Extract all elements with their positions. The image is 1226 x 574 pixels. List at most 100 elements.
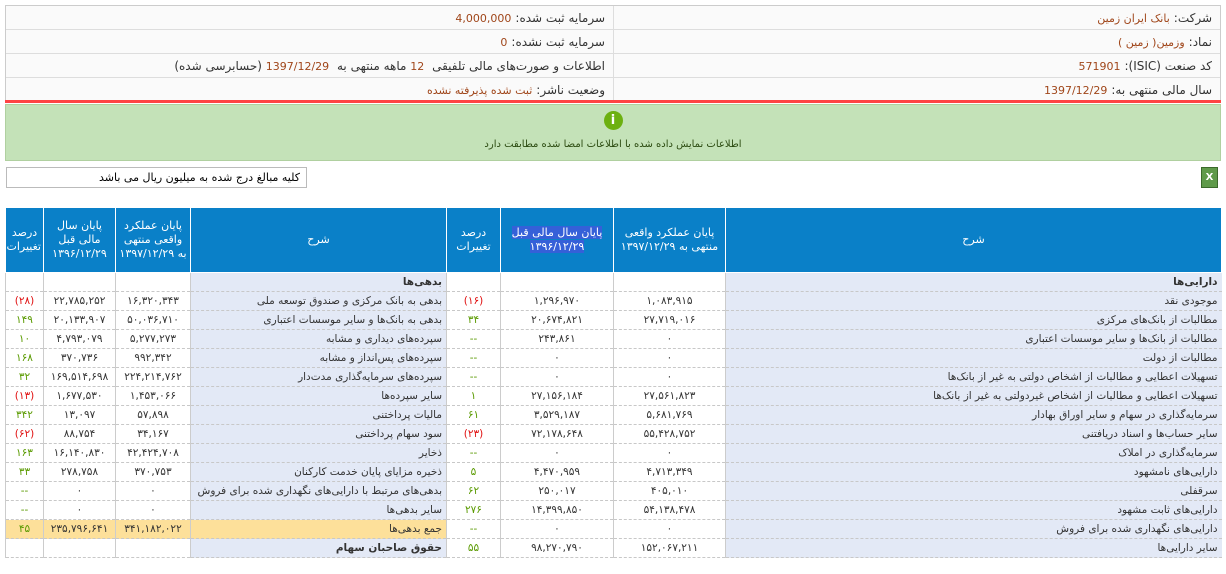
table-row: تسهیلات اعطایی و مطالبات از اشخاص دولتی …	[6, 368, 1222, 387]
publisher-status-value: ثبت شده پذیرفته نشده	[427, 84, 532, 97]
liability-prev-cell: ۱۳,۰۹۷	[44, 406, 116, 425]
asset-pct-cell: (۲۳)	[447, 425, 501, 444]
liability-desc-cell: بدهی به بانک مرکزی و صندوق توسعه ملی	[191, 292, 447, 311]
liability-desc-cell: جمع بدهی‌ها	[191, 520, 447, 539]
isic-value: 571901	[1078, 60, 1120, 73]
liability-prev-cell	[44, 539, 116, 558]
liability-cur-cell: ۵,۲۷۷,۲۷۳	[116, 330, 191, 349]
asset-prev-cell: ۱۴,۳۹۹,۸۵۰	[501, 501, 614, 520]
table-row: مطالبات از بانک‌های مرکزی۲۷,۷۱۹,۰۱۶۲۰,۶۷…	[6, 311, 1222, 330]
asset-pct-cell: --	[447, 368, 501, 387]
asset-cur-cell: ۴,۷۱۳,۳۴۹	[614, 463, 726, 482]
asset-cur-cell: ۰	[614, 520, 726, 539]
liability-prev-cell: ۳۷۰,۷۳۶	[44, 349, 116, 368]
liability-prev-cell: ۲۳۵,۷۹۶,۶۴۱	[44, 520, 116, 539]
liability-pct-cell: ۱۰	[6, 330, 44, 349]
liability-prev-cell: ۰	[44, 501, 116, 520]
asset-prev-cell: ۷۲,۱۷۸,۶۴۸	[501, 425, 614, 444]
asset-prev-cell: ۰	[501, 368, 614, 387]
asset-pct-cell	[447, 273, 501, 292]
assets-pct-header: درصد تغییرات	[447, 208, 501, 273]
liability-cur-cell: ۴۲,۴۲۴,۷۰۸	[116, 444, 191, 463]
registered-capital-value: 4,000,000	[455, 12, 511, 25]
liab-desc-header: شرح	[191, 208, 447, 273]
liability-desc-cell: بدهی‌های مرتبط با دارایی‌های نگهداری شده…	[191, 482, 447, 501]
asset-desc-cell: تسهیلات اعطایی و مطالبات از اشخاص غیردول…	[726, 387, 1222, 406]
asset-pct-cell: ۵	[447, 463, 501, 482]
liability-pct-cell: ۳۳	[6, 463, 44, 482]
liability-cur-cell	[116, 539, 191, 558]
asset-desc-cell: سرمایه‌گذاری در املاک	[726, 444, 1222, 463]
liability-desc-cell: سایر بدهی‌ها	[191, 501, 447, 520]
liability-cur-cell: ۱,۴۵۳,۰۶۶	[116, 387, 191, 406]
fiscal-year-value: 1397/12/29	[1044, 84, 1107, 97]
table-row: سرمایه‌گذاری در املاک۰۰--ذخایر۴۲,۴۲۴,۷۰۸…	[6, 444, 1222, 463]
asset-cur-cell: ۰	[614, 349, 726, 368]
asset-pct-cell: --	[447, 330, 501, 349]
excel-export-icon[interactable]: X	[1201, 167, 1218, 188]
asset-desc-cell: دارایی‌های نامشهود	[726, 463, 1222, 482]
liability-prev-cell: ۱,۶۷۷,۵۳۰	[44, 387, 116, 406]
asset-cur-cell: ۱,۰۸۳,۹۱۵	[614, 292, 726, 311]
asset-desc-cell: سایر دارایی‌ها	[726, 539, 1222, 558]
asset-pct-cell: ۳۴	[447, 311, 501, 330]
asset-prev-cell: ۰	[501, 520, 614, 539]
fiscal-year-field: سال مالی منتهی به:1397/12/29	[613, 78, 1220, 102]
liability-desc-cell: سپرده‌های سرمایه‌گذاری مدت‌دار	[191, 368, 447, 387]
liability-pct-cell: --	[6, 482, 44, 501]
asset-cur-cell: ۲۷,۷۱۹,۰۱۶	[614, 311, 726, 330]
liability-pct-cell: ۱۶۸	[6, 349, 44, 368]
liability-desc-cell: بدهی‌ها	[191, 273, 447, 292]
asset-desc-cell: سرمایه‌گذاری در سهام و سایر اوراق بهادار	[726, 406, 1222, 425]
liability-desc-cell: سایر سپرده‌ها	[191, 387, 447, 406]
asset-prev-cell: ۰	[501, 349, 614, 368]
liability-cur-cell: ۵۰,۰۳۶,۷۱۰	[116, 311, 191, 330]
liability-prev-cell: ۲۰,۱۳۳,۹۰۷	[44, 311, 116, 330]
liability-pct-cell: ۱۴۹	[6, 311, 44, 330]
liability-desc-cell: حقوق صاحبان سهام	[191, 539, 447, 558]
liability-cur-cell: ۰	[116, 482, 191, 501]
liability-prev-cell	[44, 273, 116, 292]
liability-pct-cell: ۳۲	[6, 368, 44, 387]
asset-desc-cell: موجودی نقد	[726, 292, 1222, 311]
divider	[5, 100, 1221, 103]
report-title: اطلاعات و صورت‌های مالی تلفیقی 12 ماهه م…	[6, 54, 613, 78]
asset-cur-cell: ۴۰۵,۰۱۰	[614, 482, 726, 501]
asset-prev-cell: ۲۵۰,۰۱۷	[501, 482, 614, 501]
asset-prev-cell: ۱,۲۹۶,۹۷۰	[501, 292, 614, 311]
table-row: مطالبات از بانک‌ها و سایر موسسات اعتباری…	[6, 330, 1222, 349]
asset-pct-cell: --	[447, 444, 501, 463]
asset-pct-cell: ۱	[447, 387, 501, 406]
table-row: سرمایه‌گذاری در سهام و سایر اوراق بهادار…	[6, 406, 1222, 425]
info-icon: i	[604, 111, 623, 130]
assets-current-header: پایان عملکرد واقعی منتهی به ۱۳۹۷/۱۲/۲۹	[614, 208, 726, 273]
table-row: دارایی‌های نامشهود۴,۷۱۳,۳۴۹۴,۴۷۰,۹۵۹۵ذخی…	[6, 463, 1222, 482]
liability-desc-cell: ذخیره مزایای پایان خدمت کارکنان	[191, 463, 447, 482]
table-row: سایر حساب‌ها و اسناد دریافتنی۵۵,۴۲۸,۷۵۲۷…	[6, 425, 1222, 444]
asset-cur-cell: ۲۷,۵۶۱,۸۲۳	[614, 387, 726, 406]
asset-prev-cell: ۰	[501, 444, 614, 463]
liability-pct-cell	[6, 273, 44, 292]
liability-cur-cell: ۳۷۰,۷۵۳	[116, 463, 191, 482]
table-row: سایر دارایی‌ها۱۵۲,۰۶۷,۲۱۱۹۸,۲۷۰,۷۹۰۵۵حقو…	[6, 539, 1222, 558]
registered-capital-field: سرمایه ثبت شده:4,000,000	[6, 6, 613, 30]
liability-desc-cell: سپرده‌های پس‌انداز و مشابه	[191, 349, 447, 368]
liab-prior-header: پایان سال مالی قبل ۱۳۹۶/۱۲/۲۹	[44, 208, 116, 273]
liability-desc-cell: مالیات پرداختنی	[191, 406, 447, 425]
liability-prev-cell: ۸۸,۷۵۴	[44, 425, 116, 444]
asset-prev-cell: ۲۴۳,۸۶۱	[501, 330, 614, 349]
asset-pct-cell: ۶۱	[447, 406, 501, 425]
liability-prev-cell: ۴,۷۹۳,۰۷۹	[44, 330, 116, 349]
asset-cur-cell: ۰	[614, 444, 726, 463]
asset-prev-cell: ۴,۴۷۰,۹۵۹	[501, 463, 614, 482]
liability-desc-cell: سود سهام پرداختنی	[191, 425, 447, 444]
asset-desc-cell: دارایی‌ها	[726, 273, 1222, 292]
liability-prev-cell: ۰	[44, 482, 116, 501]
liability-cur-cell: ۱۶,۳۲۰,۳۴۳	[116, 292, 191, 311]
publisher-status-field: وضعیت ناشر:ثبت شده پذیرفته نشده	[6, 78, 613, 102]
asset-desc-cell: دارایی‌های نگهداری شده برای فروش	[726, 520, 1222, 539]
asset-prev-cell	[501, 273, 614, 292]
notice-text: اطلاعات نمایش داده شده با اطلاعات امضا ش…	[6, 139, 1220, 150]
asset-cur-cell: ۵۴,۱۳۸,۴۷۸	[614, 501, 726, 520]
table-row: دارایی‌های نگهداری شده برای فروش۰۰--جمع …	[6, 520, 1222, 539]
